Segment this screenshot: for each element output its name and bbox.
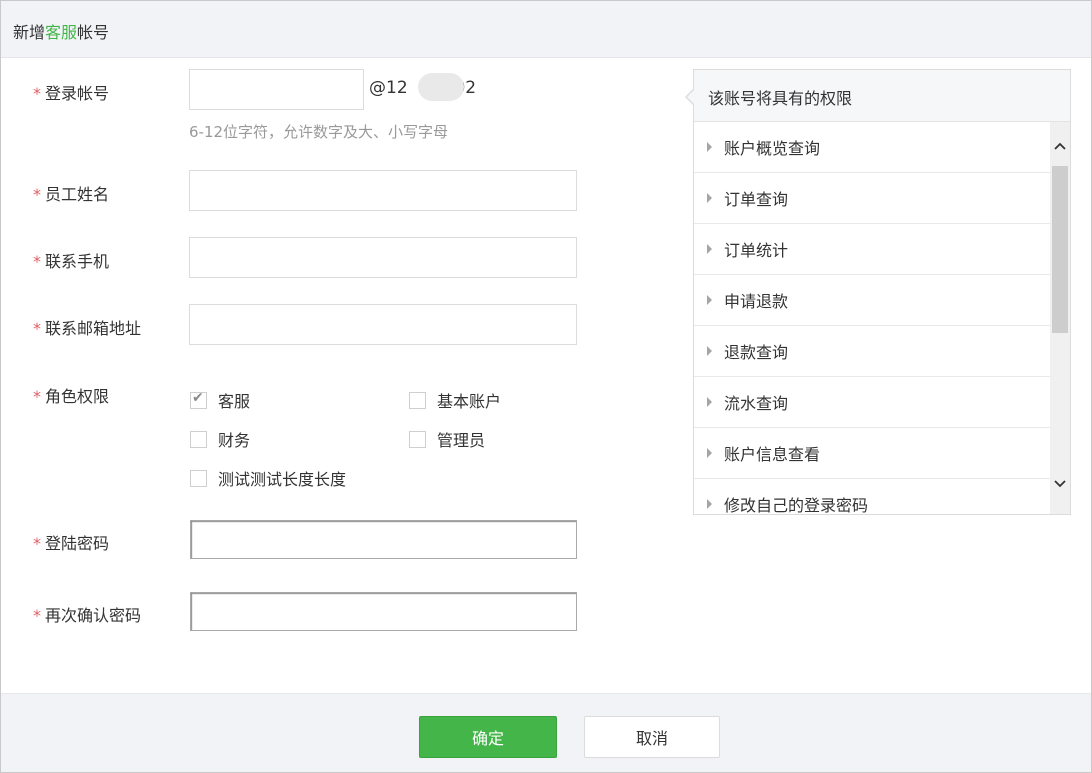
role-checkbox-finance[interactable]: 财务	[190, 427, 250, 451]
dialog-header: 新增客服帐号	[1, 1, 1091, 58]
password-label: * 登陆密码	[33, 530, 109, 554]
permission-label: 订单统计	[724, 241, 789, 260]
add-customer-service-account-dialog: 新增客服帐号 *登录帐号 @12302 6-12位字符，允许数字及大、小写字母 …	[0, 0, 1092, 773]
account-input[interactable]	[189, 69, 364, 110]
permission-item[interactable]: 修改自己的登录密码	[694, 479, 1050, 514]
role-label: 客服	[218, 392, 251, 411]
required-mark: *	[33, 252, 41, 271]
required-mark: *	[33, 319, 41, 338]
checkmark-icon: ✔	[192, 389, 204, 406]
email-label: * 联系邮箱地址	[33, 315, 141, 339]
name-label-text: 员工姓名	[45, 185, 110, 204]
checkbox[interactable]	[409, 391, 426, 409]
account-label: * 登录帐号	[33, 80, 109, 104]
email-label-text: 联系邮箱地址	[45, 319, 142, 338]
required-mark: *	[33, 534, 41, 553]
role-checkbox-basic-account[interactable]: 基本账户	[409, 388, 501, 412]
role-label: 财务	[218, 431, 251, 450]
role-label: 管理员	[437, 431, 486, 450]
confirm-password-label-text: 再次确认密码	[45, 606, 142, 625]
caret-right-icon	[707, 448, 712, 458]
phone-label-text: 联系手机	[45, 252, 110, 271]
permissions-title: 该账号将具有的权限	[708, 89, 853, 108]
dialog-title-suffix: 帐号	[77, 23, 110, 42]
permission-item[interactable]: 账户信息查看	[694, 428, 1050, 479]
dialog-title-highlight: 客服	[45, 23, 78, 42]
permission-item[interactable]: 账户概览查询	[694, 122, 1050, 173]
caret-right-icon	[707, 295, 712, 305]
role-checkbox-admin[interactable]: 管理员	[409, 427, 485, 451]
account-label-text: 登录帐号	[45, 84, 110, 103]
name-label: * 员工姓名	[33, 181, 109, 205]
roles-label: * 角色权限	[33, 383, 109, 407]
confirm-password-label: * 再次确认密码	[33, 602, 141, 626]
permissions-scrollbar[interactable]	[1050, 122, 1070, 514]
required-mark: *	[33, 84, 41, 103]
permission-label: 退款查询	[724, 343, 789, 362]
permissions-list[interactable]: 账户概览查询 订单查询 订单统计 申请退款 退款查询 流水查询 账户信息查看 修…	[694, 122, 1050, 514]
chevron-down-icon[interactable]	[1050, 476, 1070, 496]
caret-right-icon	[707, 499, 712, 509]
caret-right-icon	[707, 142, 712, 152]
checkbox[interactable]	[409, 430, 426, 448]
cancel-button[interactable]: 取消	[584, 716, 720, 758]
required-mark: *	[33, 387, 41, 406]
roles-label-text: 角色权限	[45, 387, 110, 406]
required-mark: *	[33, 606, 41, 625]
dialog-title-prefix: 新增	[13, 23, 46, 42]
permission-label: 申请退款	[724, 292, 789, 311]
permission-item[interactable]: 订单统计	[694, 224, 1050, 275]
account-hint: 6-12位字符，允许数字及大、小写字母	[189, 123, 449, 141]
confirm-button[interactable]: 确定	[419, 716, 557, 758]
scrollbar-thumb[interactable]	[1052, 166, 1068, 333]
permission-label: 账户信息查看	[724, 445, 821, 464]
role-label: 测试测试长度长度	[218, 470, 347, 489]
role-label: 基本账户	[437, 392, 502, 411]
permissions-header: 该账号将具有的权限	[687, 70, 1070, 122]
permission-label: 流水查询	[724, 394, 789, 413]
employee-name-input[interactable]	[189, 170, 577, 211]
permission-label: 修改自己的登录密码	[724, 496, 869, 514]
caret-right-icon	[707, 346, 712, 356]
caret-right-icon	[707, 397, 712, 407]
checkbox[interactable]	[190, 430, 207, 448]
permission-item[interactable]: 申请退款	[694, 275, 1050, 326]
permission-item[interactable]: 退款查询	[694, 326, 1050, 377]
caret-right-icon	[707, 244, 712, 254]
phone-input[interactable]	[189, 237, 577, 278]
permissions-panel: 该账号将具有的权限 账户概览查询 订单查询 订单统计 申请退款 退款查询 流水查…	[685, 69, 1071, 515]
dialog-footer: 确定 取消	[1, 693, 1091, 772]
dialog-title: 新增客服帐号	[13, 19, 109, 43]
permission-label: 订单查询	[724, 190, 789, 209]
password-label-text: 登陆密码	[45, 534, 110, 553]
permission-label: 账户概览查询	[724, 139, 821, 158]
caret-right-icon	[707, 193, 712, 203]
password-input[interactable]	[190, 520, 577, 559]
redaction-mask	[418, 73, 464, 101]
phone-label: * 联系手机	[33, 248, 109, 272]
role-checkbox-test[interactable]: 测试测试长度长度	[190, 466, 346, 490]
role-checkbox-customer-service[interactable]: ✔ 客服	[190, 388, 250, 412]
permission-item[interactable]: 流水查询	[694, 377, 1050, 428]
account-domain-suffix-left: @12	[369, 78, 408, 98]
checkbox[interactable]	[190, 469, 207, 487]
permission-item[interactable]: 订单查询	[694, 173, 1050, 224]
confirm-password-input[interactable]	[190, 592, 577, 631]
checkbox[interactable]: ✔	[190, 389, 207, 409]
panel-pointer-inner	[687, 89, 695, 105]
required-mark: *	[33, 185, 41, 204]
chevron-up-icon[interactable]	[1050, 138, 1070, 158]
email-input[interactable]	[189, 304, 577, 345]
